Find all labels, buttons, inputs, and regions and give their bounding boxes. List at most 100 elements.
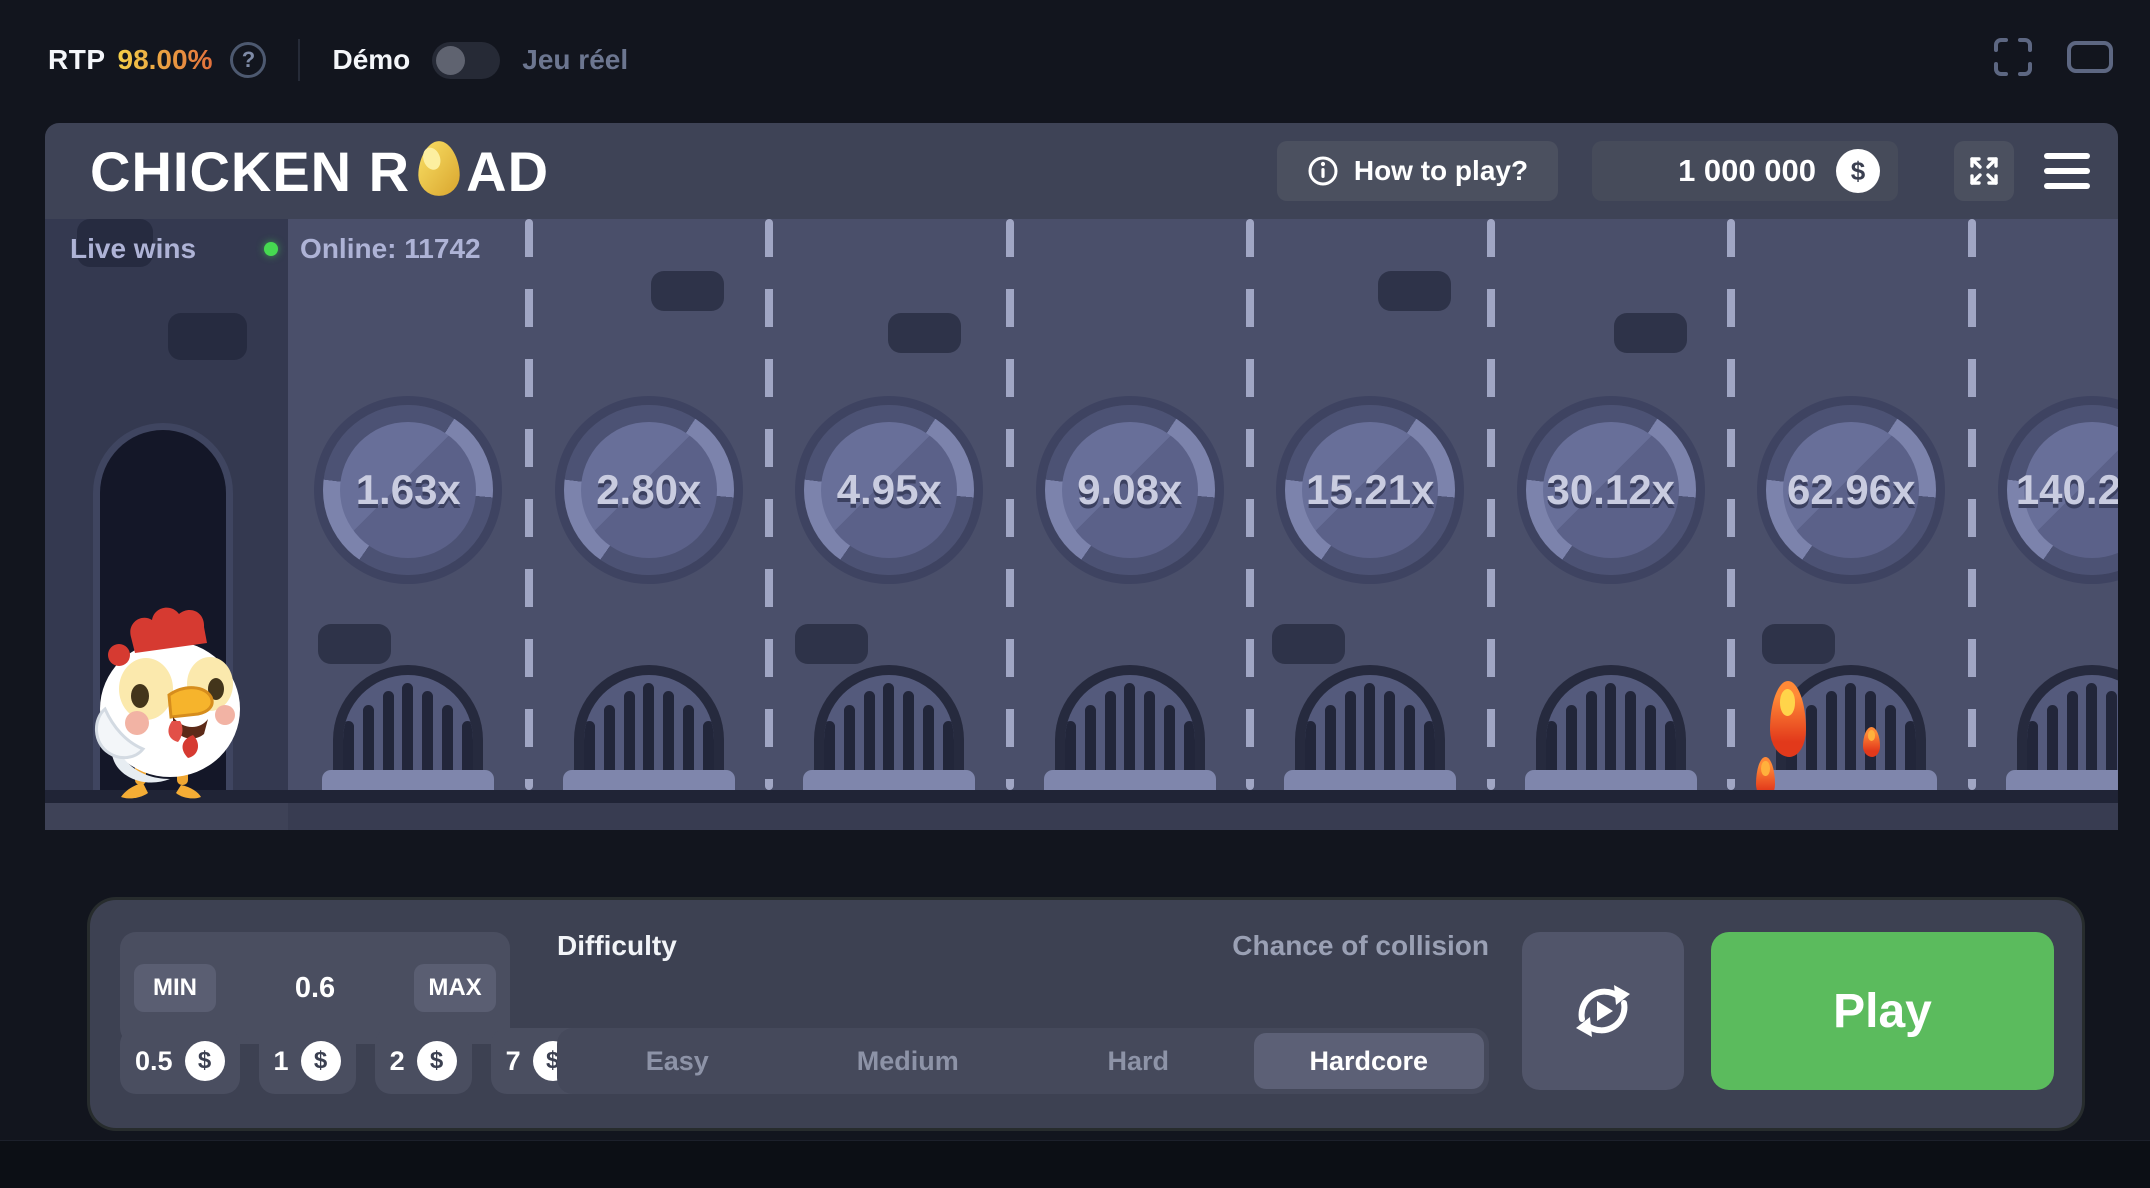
multiplier-badge: 4.95x (804, 405, 974, 575)
drain-grate-base (1765, 770, 1937, 792)
drain-grate-base (1284, 770, 1456, 792)
live-wins-bar: Live wins Online: 11742 (70, 233, 481, 265)
play-button[interactable]: Play (1711, 932, 2054, 1090)
difficulty-selector: Easy Medium Hard Hardcore (557, 1028, 1489, 1094)
drain-grate-icon (1536, 665, 1686, 771)
game-board: 1.63x 2.80x 4.95x 9.08x 15.21x 30.12x 62.96x 14… (45, 219, 2118, 830)
difficulty-label: Difficulty (557, 930, 677, 962)
multiplier-badge: 2.80x (564, 405, 734, 575)
game-logo: CHICKEN R AD (90, 139, 549, 204)
road-patch (1378, 271, 1451, 311)
lane-divider (1006, 219, 1014, 790)
difficulty-hard[interactable]: Hard (1023, 1033, 1254, 1089)
multiplier-value: 9.08x (1045, 405, 1215, 575)
chip-2-button[interactable]: 2 $ (375, 1028, 472, 1094)
coin-icon: $ (185, 1041, 225, 1081)
drain-grate-icon (1055, 665, 1205, 771)
rtp-help-icon[interactable]: ? (230, 42, 266, 78)
how-to-play-button[interactable]: How to play? (1277, 141, 1558, 201)
demo-real-toggle[interactable] (432, 42, 500, 79)
online-count: Online: 11742 (300, 233, 481, 265)
balance-display: 1 000 000 $ (1592, 141, 1898, 201)
info-icon (1307, 155, 1339, 187)
chip-0.5-button[interactable]: 0.5 $ (120, 1028, 240, 1094)
golden-egg-icon (415, 139, 463, 199)
difficulty-medium[interactable]: Medium (793, 1033, 1024, 1089)
top-bar: RTP 98.00% ? Démo Jeu réel (48, 38, 628, 82)
game-window: CHICKEN R AD How to play? 1 000 000 $ (45, 123, 2118, 830)
road-edge-sidewalk (45, 803, 288, 830)
lane-divider (1968, 219, 1976, 790)
multiplier-badge: 1.63x (323, 405, 493, 575)
difficulty-hardcore[interactable]: Hardcore (1254, 1033, 1485, 1089)
chicken-character (73, 597, 269, 803)
road-patch (795, 624, 868, 664)
real-money-label: Jeu réel (522, 44, 628, 76)
expand-game-button[interactable] (1954, 141, 2014, 201)
drain-grate-base (563, 770, 735, 792)
menu-icon[interactable] (2044, 153, 2090, 189)
max-bet-button[interactable]: MAX (414, 964, 496, 1012)
lane-divider (765, 219, 773, 790)
road-patch (318, 624, 391, 664)
drain-grate-icon (1295, 665, 1445, 771)
drain-grate-icon (333, 665, 483, 771)
footer-strip (0, 1140, 2150, 1188)
multiplier-badge: 140.24x (2007, 405, 2118, 575)
toggle-knob (436, 46, 465, 75)
coin-icon: $ (301, 1041, 341, 1081)
drain-grate-base (1044, 770, 1216, 792)
multiplier-value: 1.63x (323, 405, 493, 575)
multiplier-badge: 62.96x (1766, 405, 1936, 575)
rtp-label: RTP (48, 44, 106, 76)
multiplier-badge: 15.21x (1285, 405, 1455, 575)
lane-divider (525, 219, 533, 790)
drain-grate-base (1525, 770, 1697, 792)
road-patch (1614, 313, 1687, 353)
live-wins-label: Live wins (70, 233, 196, 265)
autoplay-icon (1566, 977, 1640, 1045)
multiplier-value: 4.95x (804, 405, 974, 575)
difficulty-easy[interactable]: Easy (562, 1033, 793, 1089)
lane-divider (1727, 219, 1735, 790)
fullscreen-icon[interactable] (1992, 36, 2034, 78)
game-header: CHICKEN R AD How to play? 1 000 000 $ (45, 123, 2118, 219)
balance-value: 1 000 000 (1678, 153, 1816, 189)
demo-label: Démo (332, 44, 410, 76)
multiplier-badge: 9.08x (1045, 405, 1215, 575)
chip-1-button[interactable]: 1 $ (259, 1028, 356, 1094)
road-patch (1762, 624, 1835, 664)
ground-line (45, 790, 2118, 803)
theater-mode-icon[interactable] (2066, 40, 2114, 74)
lane-divider (1487, 219, 1495, 790)
online-dot-icon (264, 242, 278, 256)
road-patch (651, 271, 724, 311)
logo-text-right: AD (466, 139, 549, 204)
multiplier-value: 15.21x (1285, 405, 1455, 575)
multiplier-value: 30.12x (1526, 405, 1696, 575)
drain-grate-base (803, 770, 975, 792)
how-to-play-label: How to play? (1354, 155, 1528, 187)
road-patch (168, 313, 247, 360)
road-edge (45, 803, 2118, 830)
logo-text-left: CHICKEN R (90, 139, 410, 204)
quick-bet-chips: 0.5 $ 1 $ 2 $ 7 $ (120, 1028, 588, 1094)
drain-grate-icon (2017, 665, 2118, 771)
drain-grate-base (322, 770, 494, 792)
multiplier-badge: 30.12x (1526, 405, 1696, 575)
drain-grate-base (2006, 770, 2118, 792)
multiplier-value: 2.80x (564, 405, 734, 575)
drain-grate-icon (574, 665, 724, 771)
autoplay-button[interactable] (1522, 932, 1684, 1090)
window-controls (1992, 36, 2114, 78)
multiplier-value: 140.24x (2007, 405, 2118, 575)
rtp-value: 98.00% (118, 44, 213, 76)
control-panel: MIN 0.6 MAX 0.5 $ 1 $ 2 $ 7 $ Difficulty… (90, 900, 2082, 1128)
expand-arrows-icon (1966, 153, 2002, 189)
multiplier-value: 62.96x (1766, 405, 1936, 575)
road-patch (888, 313, 961, 353)
coin-icon: $ (1836, 149, 1880, 193)
drain-grate-icon (814, 665, 964, 771)
coin-icon: $ (417, 1041, 457, 1081)
lane-divider (1246, 219, 1254, 790)
